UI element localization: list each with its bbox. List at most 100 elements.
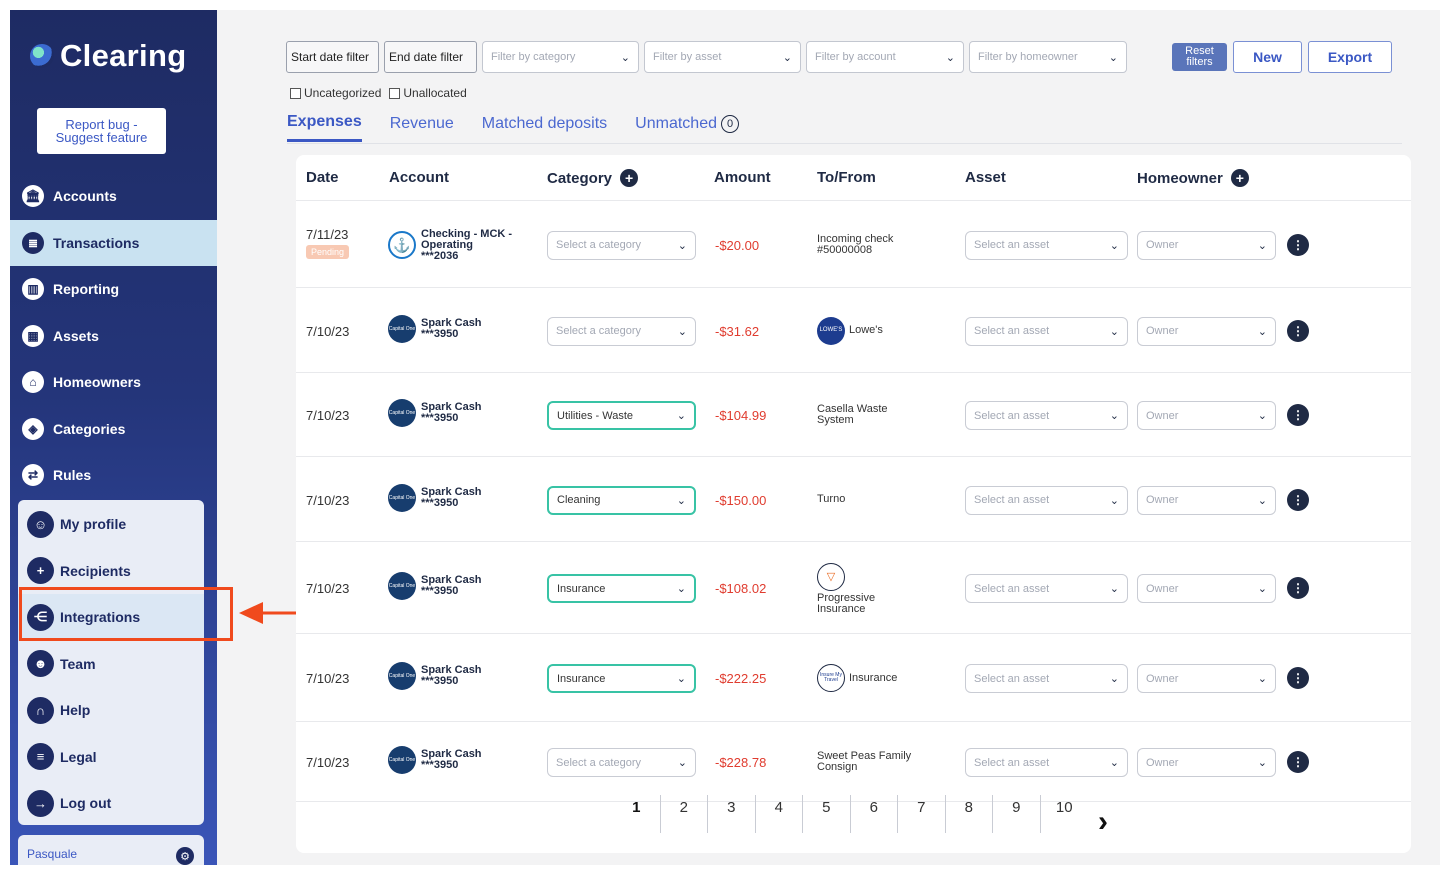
checkbox-box[interactable]: [389, 87, 401, 99]
page-9-button[interactable]: 9: [993, 795, 1041, 833]
date-cell: 7/11/23 Pending: [306, 226, 350, 259]
category-select[interactable]: Cleaning ⌄: [547, 485, 696, 515]
tab-revenue[interactable]: Revenue: [390, 113, 454, 142]
asset-select[interactable]: Select an asset ⌄: [965, 574, 1128, 603]
category-select[interactable]: Select a category ⌄: [547, 748, 696, 777]
sidebar-item-categories[interactable]: ◈ Categories: [10, 406, 217, 453]
account-number: ***3950: [421, 759, 459, 771]
table-row[interactable]: 7/10/23 Capital One Spark Cash ***3950 In…: [296, 542, 1411, 634]
more-options-icon[interactable]: ⋮: [1287, 488, 1309, 511]
end-date-filter[interactable]: End date filter: [384, 41, 477, 73]
reset-filters-button[interactable]: Reset filters: [1172, 43, 1227, 71]
asset-select[interactable]: Select an asset ⌄: [965, 316, 1128, 346]
table-row[interactable]: 7/11/23 Pending ⚓ Checking - MCK - Operat…: [296, 201, 1411, 288]
owner-select[interactable]: Owner ⌄: [1137, 485, 1276, 515]
asset-filter[interactable]: Filter by asset ⌄: [644, 41, 801, 73]
tab-label: Matched deposits: [481, 114, 608, 132]
start-date-filter[interactable]: Start date filter: [286, 41, 379, 73]
app-logo[interactable]: Clearing: [30, 38, 186, 74]
page-1-button[interactable]: 1: [613, 795, 661, 833]
owner-select[interactable]: Owner ⌄: [1137, 574, 1276, 603]
sidebar-item-rules[interactable]: ⇄ Rules: [10, 452, 217, 499]
owner-select[interactable]: Owner ⌄: [1137, 748, 1276, 777]
new-button[interactable]: New: [1233, 41, 1302, 73]
sidebar-item-homeowners[interactable]: ⌂ Homeowners: [10, 359, 217, 406]
sidebar-item-legal[interactable]: ≡ Legal: [18, 734, 204, 781]
category-select[interactable]: Insurance ⌄: [547, 574, 696, 603]
page-5-button[interactable]: 5: [803, 795, 851, 833]
asset-select[interactable]: Select an asset ⌄: [965, 748, 1128, 777]
add-homeowner-plus-icon[interactable]: +: [1230, 169, 1249, 187]
account-cell: Capital One Spark Cash ***3950: [388, 483, 482, 512]
more-options-icon[interactable]: ⋮: [1287, 233, 1309, 256]
category-select[interactable]: Insurance ⌄: [547, 664, 696, 693]
page-4-button[interactable]: 4: [756, 795, 803, 833]
homeowner-filter[interactable]: Filter by homeowner ⌄: [969, 41, 1127, 73]
column-header-account[interactable]: Account: [389, 169, 449, 186]
tofrom-cell: LOWE'S Lowe's: [817, 316, 883, 345]
page-6-button[interactable]: 6: [851, 795, 898, 833]
page-3-button[interactable]: 3: [708, 795, 756, 833]
report-bug-button[interactable]: Report bug - Suggest feature: [37, 108, 166, 154]
category-select[interactable]: Select a category ⌄: [547, 316, 696, 346]
sidebar-item-log-out[interactable]: → Log out: [18, 780, 204, 827]
more-options-icon[interactable]: ⋮: [1287, 319, 1309, 342]
table-row[interactable]: 7/10/23 Capital One Spark Cash ***3950 Ut…: [296, 373, 1411, 457]
sidebar-item-reporting[interactable]: ▥ Reporting: [10, 266, 217, 313]
account-filter[interactable]: Filter by account ⌄: [806, 41, 964, 73]
owner-select[interactable]: Owner ⌄: [1137, 401, 1276, 430]
asset-select[interactable]: Select an asset ⌄: [965, 401, 1128, 430]
sidebar-item-assets[interactable]: ▦ Assets: [10, 313, 217, 360]
sidebar-item-my-profile[interactable]: ☺ My profile: [18, 501, 204, 548]
category-select[interactable]: Utilities - Waste ⌄: [547, 401, 696, 430]
table-row[interactable]: 7/10/23 Capital One Spark Cash ***3950 In…: [296, 634, 1411, 722]
next-page-icon[interactable]: ›: [1088, 803, 1118, 841]
category-value: Insurance: [557, 672, 606, 685]
page-10-button[interactable]: 10: [1041, 795, 1089, 833]
table-row[interactable]: 7/10/23 Capital One Spark Cash ***3950 Se…: [296, 288, 1411, 373]
owner-select[interactable]: Owner ⌄: [1137, 664, 1276, 693]
column-header-amount[interactable]: Amount: [714, 169, 771, 186]
uncategorized-checkbox[interactable]: Uncategorized: [290, 86, 381, 100]
export-button[interactable]: Export: [1308, 41, 1392, 73]
sidebar-item-accounts[interactable]: 🏛 Accounts: [10, 173, 217, 220]
category-select[interactable]: Select a category ⌄: [547, 230, 696, 260]
page-8-button[interactable]: 8: [946, 795, 993, 833]
chevron-down-icon: ⌄: [1109, 583, 1119, 595]
owner-placeholder: Owner: [1146, 582, 1179, 595]
owner-select[interactable]: Owner ⌄: [1137, 316, 1276, 346]
page-2-button[interactable]: 2: [661, 795, 708, 833]
column-header-tofrom[interactable]: To/From: [817, 169, 876, 186]
sidebar-item-help[interactable]: ∩ Help: [18, 687, 204, 734]
column-header-date[interactable]: Date: [306, 169, 339, 186]
more-options-icon[interactable]: ⋮: [1287, 404, 1309, 426]
sidebar-item-transactions[interactable]: ≣ Transactions: [10, 219, 217, 266]
asset-select[interactable]: Select an asset ⌄: [965, 230, 1128, 260]
more-options-icon[interactable]: ⋮: [1287, 667, 1309, 689]
chevron-down-icon: ⌄: [676, 673, 686, 685]
chevron-down-icon: ⌄: [1257, 239, 1267, 252]
add-category-plus-icon[interactable]: +: [620, 169, 639, 187]
tab-matched-deposits[interactable]: Matched deposits: [482, 113, 607, 142]
table-row[interactable]: 7/10/23 Capital One Spark Cash ***3950 Se…: [296, 722, 1411, 802]
sidebar-item-team[interactable]: ☻ Team: [18, 641, 204, 688]
tab-expenses[interactable]: Expenses: [287, 113, 362, 142]
transaction-date: 7/11/23: [306, 226, 349, 242]
table-row[interactable]: 7/10/23 Capital One Spark Cash ***3950 Cl…: [296, 457, 1411, 542]
asset-select[interactable]: Select an asset ⌄: [965, 485, 1128, 515]
table-header: Date Account Category + Amount To/From As…: [296, 155, 1411, 201]
owner-select[interactable]: Owner ⌄: [1137, 230, 1276, 260]
unallocated-checkbox[interactable]: Unallocated: [389, 86, 467, 100]
gear-icon[interactable]: ⚙: [176, 847, 194, 865]
page-7-button[interactable]: 7: [898, 795, 946, 833]
column-header-asset[interactable]: Asset: [965, 169, 1006, 186]
category-filter[interactable]: Filter by category ⌄: [482, 41, 639, 73]
more-options-icon[interactable]: ⋮: [1287, 577, 1309, 599]
more-options-icon[interactable]: ⋮: [1287, 751, 1309, 773]
asset-select[interactable]: Select an asset ⌄: [965, 664, 1128, 693]
user-card[interactable]: Pasquale ⚙: [18, 835, 204, 865]
column-header-homeowner[interactable]: Homeowner +: [1137, 169, 1249, 187]
checkbox-box[interactable]: [290, 87, 301, 99]
tab-unmatched[interactable]: Unmatched 0: [635, 113, 739, 142]
column-header-category[interactable]: Category +: [547, 169, 639, 187]
